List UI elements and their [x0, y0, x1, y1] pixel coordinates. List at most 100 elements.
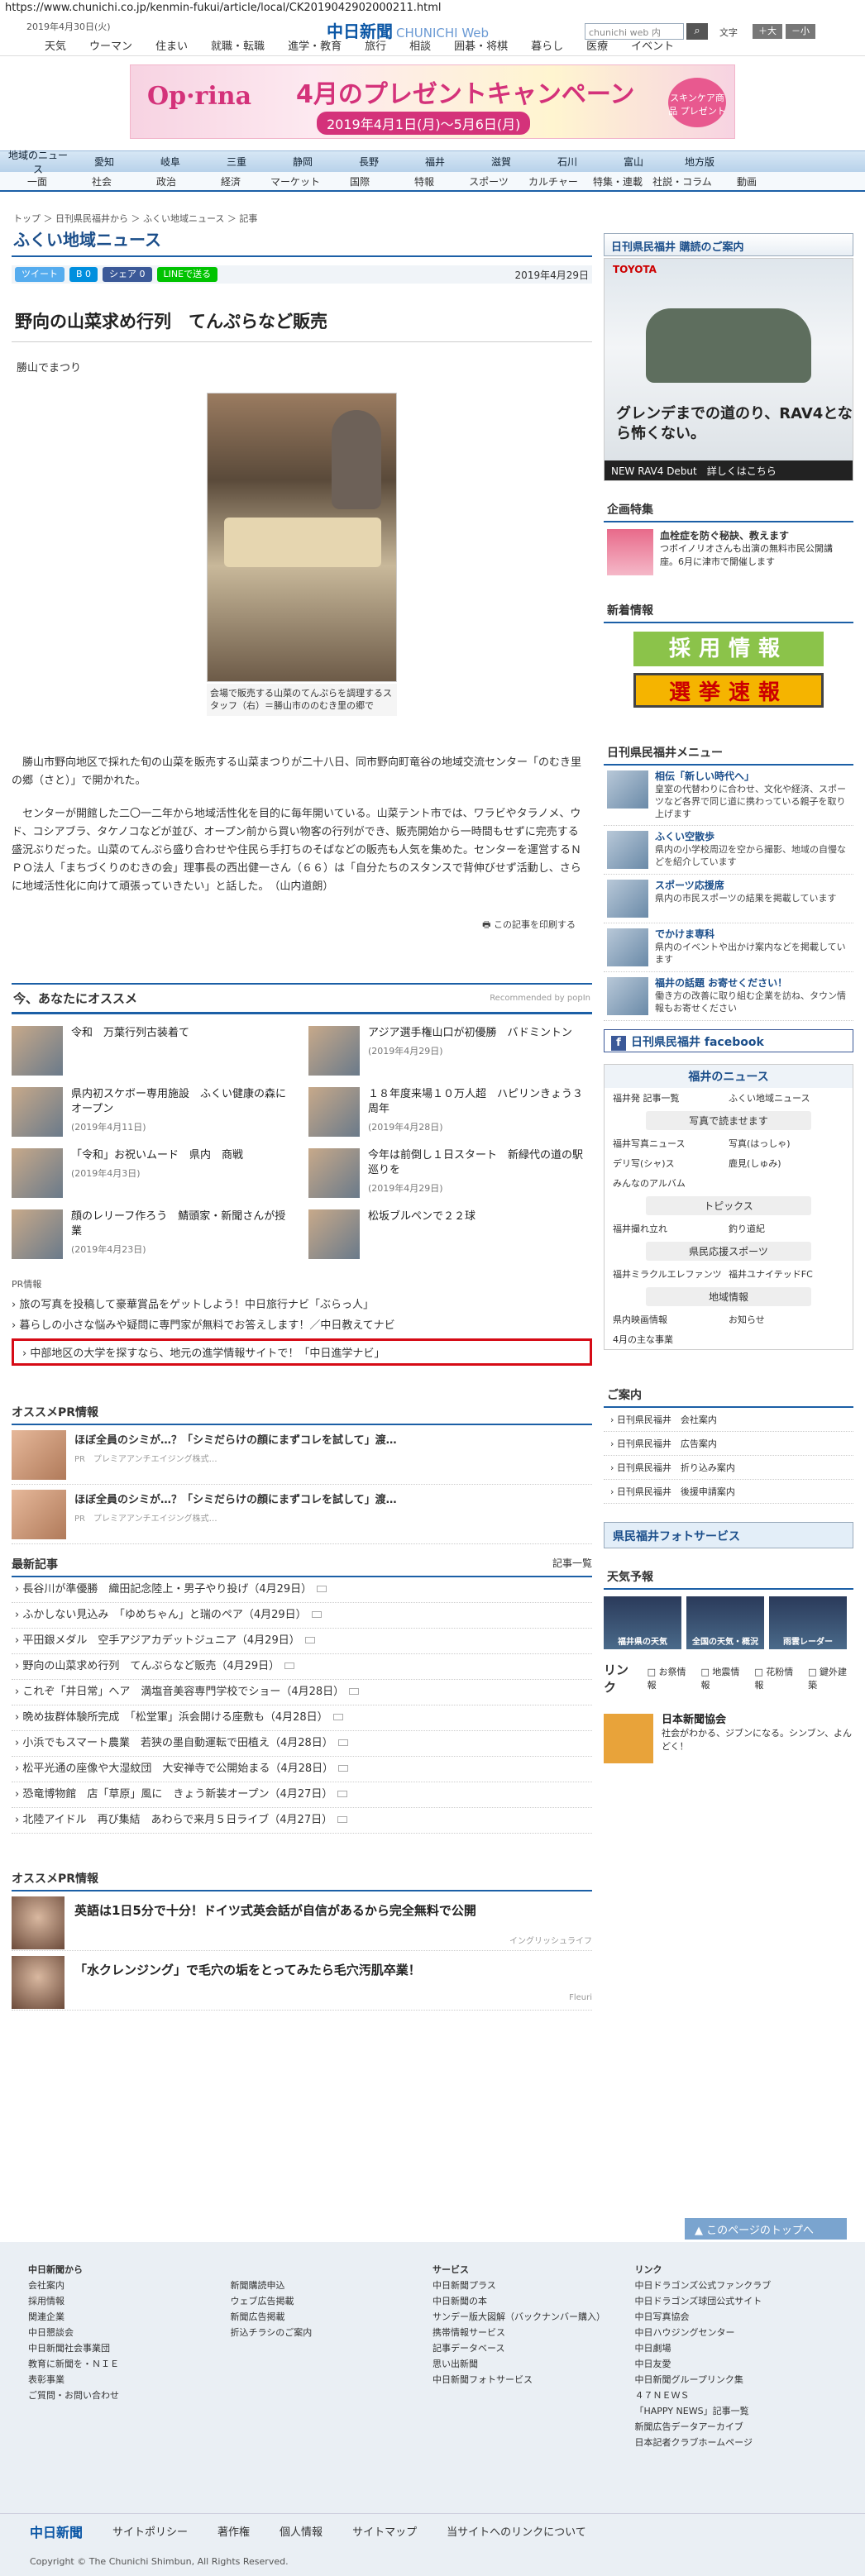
region-nav-item[interactable]: 滋賀: [468, 155, 534, 169]
popin-credit[interactable]: Recommended by popIn: [490, 994, 590, 1003]
footer-link[interactable]: 中日ハウジングセンター: [635, 2325, 838, 2340]
region-nav-item[interactable]: 福井: [402, 155, 468, 169]
latest-more-link[interactable]: 記事一覧: [552, 1556, 592, 1572]
region-nav-item[interactable]: 三重: [203, 155, 270, 169]
footer-link[interactable]: 中日劇場: [635, 2340, 838, 2356]
pr-link[interactable]: › 暮らしの小さな悩みや疑問に専門家が無料でお答えします！／中日教えてナビ: [12, 1316, 592, 1332]
pr-ad-item[interactable]: ほぼ全員のシミが…？「シミだらけの顔にまずコレを試して」渡… PR プレミアアンチ…: [12, 1429, 592, 1485]
global-nav-item[interactable]: ウーマン: [78, 38, 144, 55]
region-nav-item[interactable]: 石川: [534, 155, 600, 169]
photo-service-banner[interactable]: 県民福井フォトサービス: [604, 1522, 853, 1548]
footer-link[interactable]: 中日友愛: [635, 2356, 838, 2372]
footer-link[interactable]: 中日新聞フォトサービス: [432, 2372, 635, 2388]
footer-link[interactable]: 記事データベース: [432, 2340, 635, 2356]
region-nav-item[interactable]: 富山: [600, 155, 667, 169]
link-item[interactable]: □ 花粉情報: [754, 1665, 800, 1691]
print-link[interactable]: 🖶 この記事を印刷する: [12, 918, 592, 933]
recommend-item[interactable]: 「令和」お祝いムード 県内 商戦 (2019年4月3日): [12, 1147, 295, 1198]
weather-tile[interactable]: 雨雲レーダー: [769, 1596, 847, 1649]
weather-tile[interactable]: 全国の天気・概況: [686, 1596, 764, 1649]
latest-item[interactable]: › 晩め抜群体験所完成 「松堂軍」浜会開ける座敷も（4月28日）: [12, 1705, 592, 1731]
region-nav-item[interactable]: 地方版: [667, 155, 733, 169]
latest-item[interactable]: › ふかしない見込み 「ゆめちゃん」と瑞のペア（4月29日）: [12, 1603, 592, 1629]
pr-link-highlighted[interactable]: › 中部地区の大学を探すなら、地元の進学情報サイトで！「中日進学ナビ」: [12, 1338, 592, 1366]
menu-item[interactable]: スポーツ応援席 県内の市民スポーツの結果を掲載しています: [604, 875, 853, 923]
back-to-top-button[interactable]: ▲ このページのトップへ: [685, 2218, 847, 2240]
guide-item[interactable]: › 日刊県民福井 会社案内: [604, 1408, 853, 1432]
region-nav-item[interactable]: 静岡: [270, 155, 336, 169]
guide-item[interactable]: › 日刊県民福井 後援申請案内: [604, 1480, 853, 1504]
latest-item[interactable]: › これぞ「井日常」へア 満塩音美容専門学校でショー（4月28日）: [12, 1680, 592, 1705]
font-large-button[interactable]: ＋大: [753, 24, 782, 39]
guide-item[interactable]: › 日刊県民福井 広告案内: [604, 1432, 853, 1456]
section-nav-item[interactable]: 政治: [134, 174, 198, 188]
recommend-item[interactable]: 顔のレリーフ作ろう 鯖頭家・新聞さんが授業 (2019年4月23日): [12, 1209, 295, 1259]
hatena-button[interactable]: B 0: [69, 267, 98, 282]
global-nav-item[interactable]: 住まい: [144, 38, 199, 55]
footer-link[interactable]: 中日写真協会: [635, 2309, 838, 2325]
global-nav-item[interactable]: 暮らし: [519, 38, 575, 55]
pr-ad-item[interactable]: ほぼ全員のシミが…？「シミだらけの顔にまずコレを試して」渡… PR プレミアアンチ…: [12, 1489, 592, 1544]
footer-link[interactable]: 中日新聞グループリンク集: [635, 2372, 838, 2388]
feature-item[interactable]: 血栓症を防ぐ秘訣、教えます つボイノリオさんも出演の無料市民公開講座。6月に津市で…: [604, 522, 853, 582]
section-nav-item[interactable]: 動画: [714, 174, 779, 188]
election-banner[interactable]: 選挙速報: [633, 673, 824, 708]
latest-item[interactable]: › 松平光通の座像や大湿紋団 大安禅寺で公開始まる（4月28日）: [12, 1757, 592, 1782]
weather-tile[interactable]: 福井県の天気: [604, 1596, 681, 1649]
tweet-button[interactable]: ツイート: [15, 267, 65, 282]
section-nav-item[interactable]: 国際: [327, 174, 392, 188]
footer-link[interactable]: 中日懇談会: [28, 2325, 231, 2340]
press-assoc-ad[interactable]: 日本新聞協会 社会がわかる、ジブンになる。シンブン、よんどく！: [604, 1714, 853, 1763]
site-logo[interactable]: 中日新聞 CHUNICHI Web: [327, 18, 489, 42]
footer-link[interactable]: 新聞購読申込: [231, 2278, 433, 2293]
footer-link[interactable]: 中日ドラゴンズ球団公式サイト: [635, 2293, 838, 2309]
search-input[interactable]: chunichi web 内: [585, 23, 684, 40]
latest-item[interactable]: › 平田銀メダル 空手アジアカデットジュニア（4月29日）: [12, 1629, 592, 1654]
pr-ad2-item[interactable]: 英語は1日5分で十分！ドイツ式英会話が自信があるから完全無料で公開 イングリッシュ…: [12, 1891, 592, 1951]
footer-logo[interactable]: 中日新聞: [30, 2521, 83, 2541]
footer-link[interactable]: 新聞広告掲載: [231, 2309, 433, 2325]
link-item[interactable]: □ 地震情報: [700, 1665, 746, 1691]
region-nav-item[interactable]: 岐阜: [137, 155, 203, 169]
section-nav-item[interactable]: マーケット: [263, 174, 327, 188]
footer-bar-link[interactable]: サイトマップ: [352, 2523, 417, 2539]
pr-ad2-item[interactable]: 「水クレンジング」で毛穴の垢をとってみたら毛穴汚肌卒業！ Fleuri: [12, 1951, 592, 2011]
section-nav-item[interactable]: 一面: [5, 174, 69, 188]
link-item[interactable]: □ お祭情報: [648, 1665, 693, 1691]
global-nav-item[interactable]: 医療: [575, 38, 619, 55]
facebook-link[interactable]: f 日刊県民福井 facebook: [604, 1029, 853, 1052]
recommend-item[interactable]: 松坂ブルペンで２２球: [308, 1209, 592, 1259]
footer-link[interactable]: 中日ドラゴンズ公式ファンクラブ: [635, 2278, 838, 2293]
pr-link[interactable]: › 旅の写真を投稿して豪華賞品をゲットしよう！中日旅行ナビ「ぶらっ人」: [12, 1295, 592, 1311]
facebook-share-button[interactable]: シェア 0: [103, 267, 152, 282]
footer-bar-link[interactable]: サイトポリシー: [112, 2523, 188, 2539]
latest-item[interactable]: › 小浜でもスマート農業 若狭の墨自動運転で田植え（4月28日）: [12, 1731, 592, 1757]
recommend-item[interactable]: １８年度来場１０万人超 ハピリンきょう３周年 (2019年4月28日): [308, 1086, 592, 1137]
latest-item[interactable]: › 恐竜博物館 店「草原」風に きょう新装オープン（4月27日）: [12, 1782, 592, 1808]
guide-item[interactable]: › 日刊県民福井 折り込み案内: [604, 1456, 853, 1480]
font-small-button[interactable]: －小: [786, 24, 815, 39]
footer-link[interactable]: 教育に新聞を・ＮＩＥ: [28, 2356, 231, 2372]
menu-item[interactable]: でかけま専科 県内のイベントや出かけ案内などを掲載しています: [604, 923, 853, 972]
footer-link[interactable]: ４７ＮＥＷＳ: [635, 2388, 838, 2403]
footer-link[interactable]: 新聞広告データアーカイブ: [635, 2419, 838, 2435]
footer-link[interactable]: 思い出新聞: [432, 2356, 635, 2372]
menu-item[interactable]: 福井の話題 お寄せください！ 働き方の改善に取り組む企業を訪ね、タウン情報もお寄せ…: [604, 972, 853, 1021]
footer-link[interactable]: 採用情報: [28, 2293, 231, 2309]
footer-link[interactable]: 携帯情報サービス: [432, 2325, 635, 2340]
latest-item[interactable]: › 北陸アイドル 再び集結 あわらで来月５日ライブ（4月27日）: [12, 1808, 592, 1834]
section-nav-item[interactable]: 経済: [198, 174, 263, 188]
menu-item[interactable]: ふくい空散歩 県内の小学校周辺を空から撮影、地域の自慢などを紹介しています: [604, 826, 853, 875]
global-nav-item[interactable]: イベント: [619, 38, 686, 55]
footer-link[interactable]: 日本記者クラブホームページ: [635, 2435, 838, 2450]
footer-link[interactable]: 関連企業: [28, 2309, 231, 2325]
line-button[interactable]: LINEで送る: [156, 267, 218, 282]
footer-bar-link[interactable]: 著作権: [217, 2523, 250, 2539]
footer-link[interactable]: サンデー版大図解（バックナンバー購入）: [432, 2309, 635, 2325]
footer-link[interactable]: 表彰事業: [28, 2372, 231, 2388]
footer-link[interactable]: 中日新聞の本: [432, 2293, 635, 2309]
footer-link[interactable]: 中日新聞社会事業団: [28, 2340, 231, 2356]
section-nav-item[interactable]: 特報: [392, 174, 456, 188]
subscribe-link[interactable]: 日刊県民福井 購読のご案内: [604, 233, 853, 256]
section-nav-item[interactable]: 特集・連載: [585, 174, 650, 188]
